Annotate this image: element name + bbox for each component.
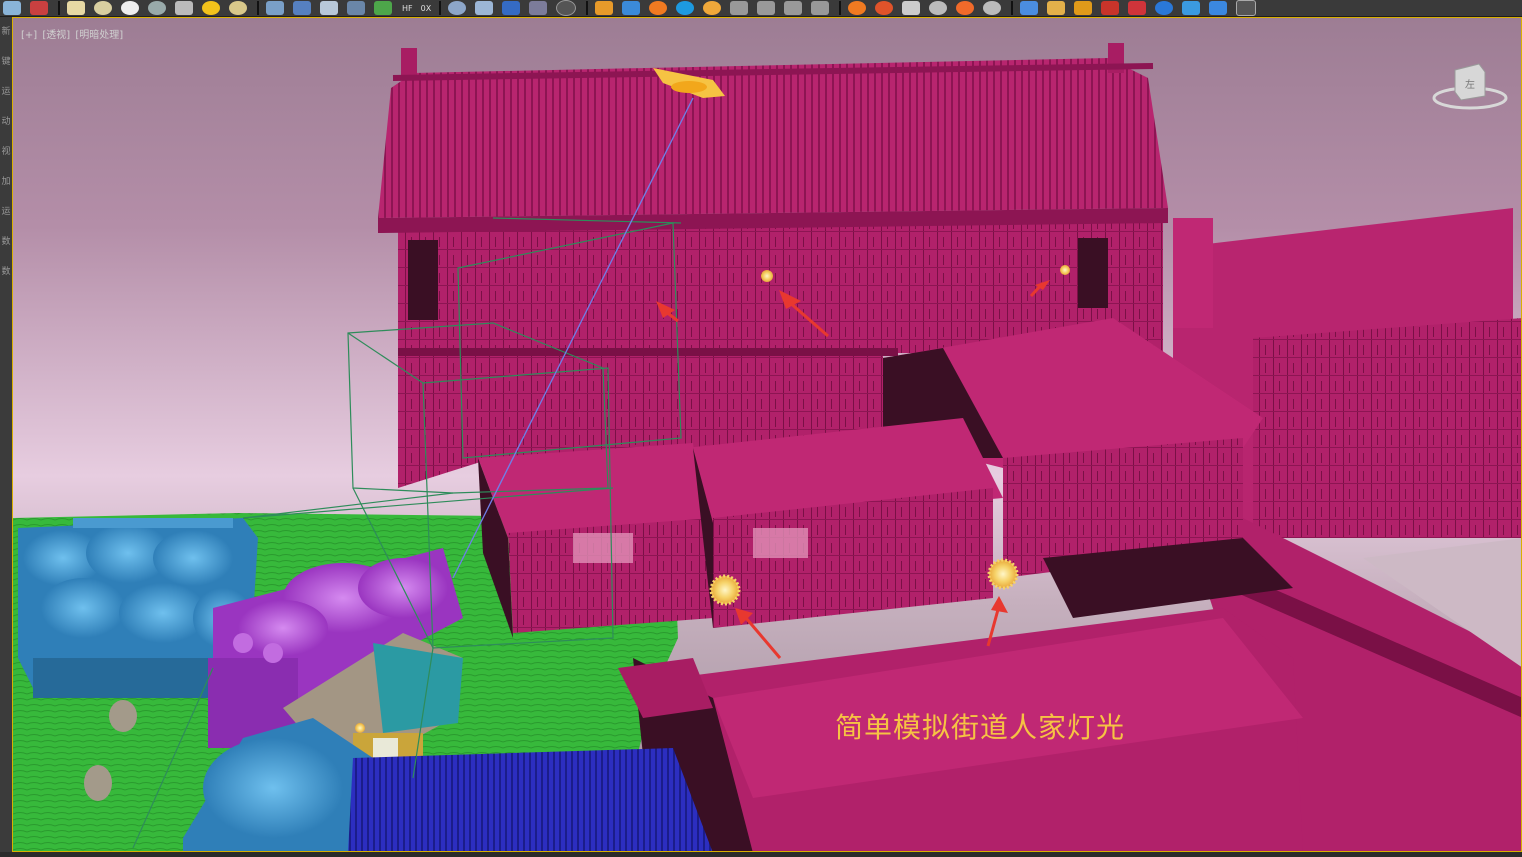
ox-button-label[interactable]: 0X (421, 4, 432, 13)
strip-glyph[interactable]: 运 (0, 197, 12, 227)
tool-f-icon[interactable] (1155, 1, 1174, 15)
select-tool-icon[interactable] (266, 1, 284, 15)
spotlight-icon[interactable] (175, 1, 193, 15)
next-frame-icon[interactable] (811, 1, 830, 15)
scene-explorer-icon[interactable] (502, 1, 521, 15)
strip-glyph[interactable]: 加 (0, 167, 12, 197)
pause-icon[interactable] (757, 1, 776, 15)
strip-glyph[interactable]: 视 (0, 137, 12, 167)
rock (84, 765, 112, 801)
light-street-1 (709, 574, 741, 606)
tool-g-icon[interactable] (1182, 1, 1201, 15)
toolbar-separator (1011, 1, 1014, 15)
plugin-c-icon[interactable] (902, 1, 921, 15)
layers-icon[interactable] (475, 1, 494, 15)
stairs-icon[interactable] (595, 1, 614, 15)
light-window-1 (761, 270, 773, 282)
tool-h-icon[interactable] (1209, 1, 1228, 15)
water-icon[interactable] (676, 1, 695, 15)
plugin-a-icon[interactable] (848, 1, 867, 15)
strip-glyph[interactable]: 新 (0, 17, 12, 47)
strip-glyph[interactable]: 动 (0, 107, 12, 137)
status-bar (0, 852, 1522, 857)
strip-glyph[interactable]: 数 (0, 227, 12, 257)
viewcube-face-label: 左 (1465, 78, 1475, 91)
pin-icon[interactable] (703, 1, 722, 15)
strip-glyph[interactable]: 运 (0, 77, 12, 107)
3dsmax-window: HF 0X 新 键 运 动 视 加 运 数 数 [+] [透视] [明暗处理] … (0, 0, 1522, 857)
geosphere-icon[interactable] (148, 1, 166, 15)
light-street-2 (987, 558, 1019, 590)
globe-icon[interactable] (448, 1, 467, 15)
main-toolbar: HF 0X (0, 0, 1522, 17)
tool-b-icon[interactable] (1047, 1, 1066, 15)
bridge-icon[interactable] (622, 1, 641, 15)
play-icon[interactable] (730, 1, 749, 15)
command-strip: 新 键 运 动 视 加 运 数 数 (0, 17, 12, 857)
monitor-icon[interactable] (529, 1, 548, 15)
plugin-e-icon[interactable] (956, 1, 975, 15)
scene-render (13, 43, 1521, 851)
toolbar-separator (257, 1, 259, 15)
stop-icon[interactable] (784, 1, 803, 15)
sun-icon[interactable] (202, 1, 220, 15)
tool-c-icon[interactable] (1074, 1, 1093, 15)
viewcube[interactable]: 左 (1431, 56, 1509, 116)
toolbar-separator (839, 1, 842, 15)
light-small (355, 723, 365, 733)
render-setup-icon[interactable] (30, 1, 48, 15)
rock (109, 700, 137, 732)
plugin-f-icon[interactable] (983, 1, 1002, 15)
toolbar-separator (586, 1, 589, 15)
omni-light-icon[interactable] (229, 1, 247, 15)
envelope-icon[interactable] (320, 1, 338, 15)
undo-icon[interactable] (3, 1, 21, 15)
strip-glyph[interactable]: 键 (0, 47, 12, 77)
viewport-view-label[interactable]: [透视] (42, 30, 70, 41)
gear-icon[interactable] (347, 1, 365, 15)
fire-icon[interactable] (649, 1, 668, 15)
blue-tiled-roof (348, 748, 713, 851)
plugin-b-icon[interactable] (875, 1, 894, 15)
viewport-menu-label[interactable]: [+] (21, 30, 37, 41)
light-window-2 (1060, 265, 1070, 275)
sphere-icon[interactable] (121, 1, 139, 15)
info-icon[interactable] (556, 0, 577, 16)
hf-button-label[interactable]: HF (402, 4, 413, 13)
toolbar-separator (439, 1, 442, 15)
perspective-viewport[interactable]: [+] [透视] [明暗处理] 左 简单模拟街道人家灯光 (12, 17, 1522, 852)
toolbar-separator (58, 1, 60, 15)
plugin-d-icon[interactable] (929, 1, 948, 15)
viewport-shading-label[interactable]: [明暗处理] (75, 30, 123, 41)
tool-d-icon[interactable] (1101, 1, 1120, 15)
cone-icon[interactable] (94, 1, 112, 15)
material-icon[interactable] (293, 1, 311, 15)
tool-a-icon[interactable] (1020, 1, 1039, 15)
grass-icon[interactable] (374, 1, 392, 15)
annotation-caption: 简单模拟街道人家灯光 (835, 711, 1126, 744)
strip-glyph[interactable]: 数 (0, 257, 12, 287)
box-icon[interactable] (67, 1, 85, 15)
help-icon[interactable] (1236, 0, 1257, 16)
viewport-label[interactable]: [+] [透视] [明暗处理] (21, 26, 125, 41)
tool-e-icon[interactable] (1128, 1, 1147, 15)
